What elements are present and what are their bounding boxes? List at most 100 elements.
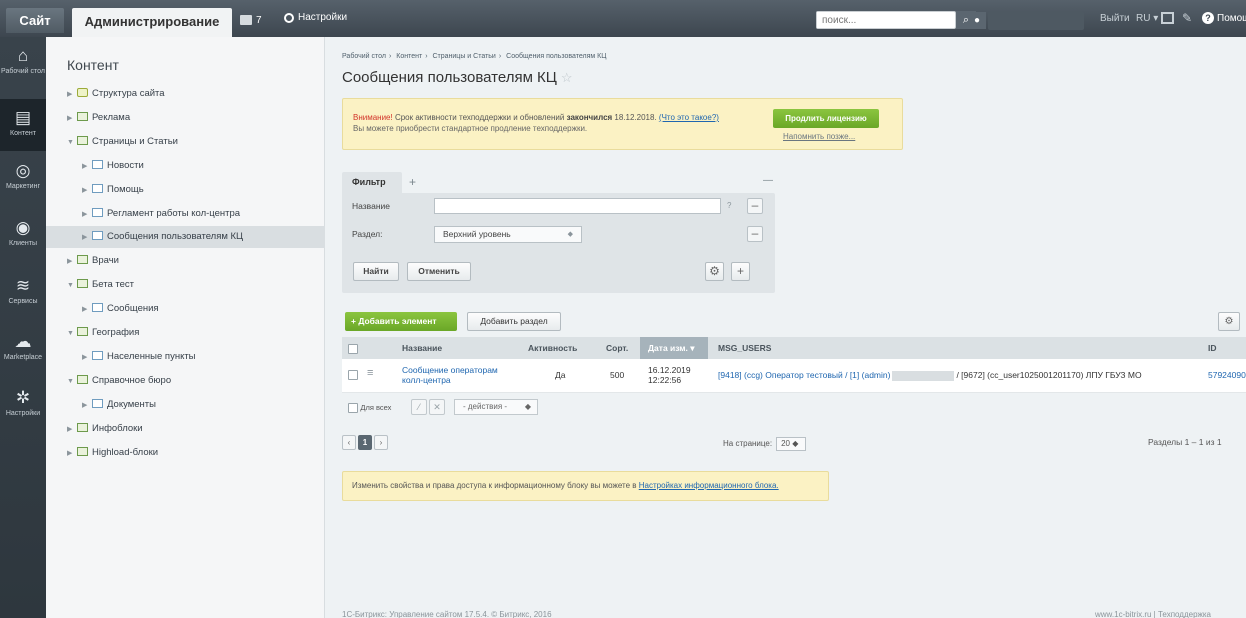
remind-later-link[interactable]: Напомнить позже...: [783, 132, 855, 141]
footer-links[interactable]: www.1c-bitrix.ru | Техподдержка: [1095, 610, 1211, 618]
nav-desktop[interactable]: ⌂ Рабочий стол: [0, 47, 46, 91]
collapsed-arrow-icon[interactable]: ▶: [82, 156, 92, 178]
col-active[interactable]: Активность: [528, 337, 577, 359]
tree-item[interactable]: ▶ Новости: [46, 155, 325, 177]
tab-site[interactable]: Сайт: [6, 8, 64, 33]
row-name[interactable]: Сообщение операторам колл-центра: [402, 365, 498, 385]
add-section-button[interactable]: Добавить раздел: [467, 312, 561, 331]
user-icon[interactable]: ●: [968, 12, 986, 29]
current-page[interactable]: 1: [358, 435, 372, 450]
filter-help-mark[interactable]: ?: [727, 201, 731, 210]
per-page-select[interactable]: 20 ◆: [776, 437, 807, 451]
collapsed-arrow-icon[interactable]: ▶: [82, 347, 92, 369]
tree-item[interactable]: ▶ Врачи: [46, 250, 325, 272]
filter-tab[interactable]: Фильтр: [342, 172, 402, 193]
table-row[interactable]: ≡ Сообщение операторам колл-центра Да 50…: [342, 359, 1246, 393]
expanded-arrow-icon[interactable]: ▼: [67, 323, 77, 345]
lang-selector[interactable]: RU ▾: [1136, 13, 1158, 24]
star-icon[interactable]: ☆: [561, 70, 573, 85]
filter-remove-section-button[interactable]: –: [747, 226, 763, 242]
breadcrumb-item[interactable]: Контент: [396, 53, 422, 60]
collapsed-arrow-icon[interactable]: ▶: [82, 227, 92, 249]
help-label: Помощь: [1217, 12, 1246, 24]
collapsed-arrow-icon[interactable]: ▶: [67, 251, 77, 273]
filter-add-button[interactable]: +: [731, 262, 750, 281]
iblock-type-icon: [77, 446, 88, 456]
filter-minimize-icon[interactable]: —: [763, 175, 773, 186]
edit-icon[interactable]: ⁄: [411, 399, 427, 415]
nav-clients[interactable]: ◉ Клиенты: [0, 219, 46, 263]
row-id[interactable]: 57924090: [1208, 370, 1246, 380]
tree-item[interactable]: ▶ Документы: [46, 394, 325, 416]
tree-item[interactable]: ▶ Структура сайта: [46, 83, 325, 105]
tree-item[interactable]: ▼ География: [46, 322, 325, 344]
select-all-checkbox[interactable]: [348, 337, 358, 359]
breadcrumb-item[interactable]: Страницы и Статьи: [432, 53, 495, 60]
collapsed-arrow-icon[interactable]: ▶: [82, 395, 92, 417]
tree-item[interactable]: ▶ Highload-блоки: [46, 442, 325, 464]
filter-name-input[interactable]: [434, 198, 721, 214]
tab-admin[interactable]: Администрирование: [72, 8, 232, 37]
actions-select[interactable]: - действия - ◆: [454, 399, 538, 415]
collapsed-arrow-icon[interactable]: ▶: [67, 443, 77, 465]
pin-icon[interactable]: ✎: [1182, 11, 1192, 25]
next-page-button[interactable]: ›: [374, 435, 388, 450]
tree-item[interactable]: ▶ Регламент работы кол-центра: [46, 203, 325, 225]
filter-remove-name-button[interactable]: –: [747, 198, 763, 214]
collapsed-arrow-icon[interactable]: ▶: [67, 84, 77, 106]
nav-settings[interactable]: ✲ Настройки: [0, 389, 46, 433]
nav-content[interactable]: ▤ Контент: [0, 99, 46, 151]
nav-marketing[interactable]: ◎ Маркетинг: [0, 162, 46, 206]
msg-users-part1[interactable]: [9418] (ccg) Оператор тестовый / [1] (ad…: [718, 370, 890, 380]
collapsed-arrow-icon[interactable]: ▶: [67, 108, 77, 130]
notifications-button[interactable]: 7: [240, 12, 262, 28]
help-button[interactable]: ? Помощь: [1202, 12, 1246, 24]
col-name[interactable]: Название: [402, 337, 442, 359]
prev-page-button[interactable]: ‹: [342, 435, 356, 450]
tree-item[interactable]: ▶ Населенные пункты: [46, 346, 325, 368]
expanded-arrow-icon[interactable]: ▼: [67, 275, 77, 297]
tree-item[interactable]: ▶ Сообщения: [46, 298, 325, 320]
what-is-it-link[interactable]: (Что это такое?): [659, 113, 719, 122]
per-page: На странице: 20 ◆: [723, 437, 807, 451]
collapsed-arrow-icon[interactable]: ▶: [82, 180, 92, 202]
tree-item[interactable]: ▼ Справочное бюро: [46, 370, 325, 392]
filter-add-icon[interactable]: +: [409, 175, 416, 189]
row-menu-icon[interactable]: ≡: [367, 368, 373, 379]
breadcrumb-item[interactable]: Рабочий стол: [342, 53, 386, 60]
find-button[interactable]: Найти: [353, 262, 399, 281]
cancel-button[interactable]: Отменить: [407, 262, 471, 281]
search-input[interactable]: [817, 12, 927, 28]
tree-item[interactable]: ▶ Помощь: [46, 179, 325, 201]
collapsed-arrow-icon[interactable]: ▶: [82, 204, 92, 226]
window-icon[interactable]: [1161, 12, 1174, 24]
tree-item[interactable]: ▼ Бета тест: [46, 274, 325, 296]
iblock-type-icon: [77, 422, 88, 432]
col-sort[interactable]: Сорт.: [606, 337, 628, 359]
delete-icon[interactable]: ✕: [429, 399, 445, 415]
tree-item[interactable]: ▶ Инфоблоки: [46, 418, 325, 440]
col-id[interactable]: ID: [1208, 337, 1217, 359]
user-name-masked[interactable]: [988, 11, 1084, 30]
collapsed-arrow-icon[interactable]: ▶: [82, 299, 92, 321]
add-element-button[interactable]: + Добавить элемент: [345, 312, 457, 331]
grid-settings-button[interactable]: ⚙: [1218, 312, 1240, 331]
exit-link[interactable]: Выйти: [1100, 13, 1130, 24]
expanded-arrow-icon[interactable]: ▼: [67, 132, 77, 154]
nav-services[interactable]: ≋ Сервисы: [0, 277, 46, 321]
tree-item[interactable]: ▼ Страницы и Статьи: [46, 131, 325, 153]
filter-settings-button[interactable]: ⚙: [705, 262, 724, 281]
tree-item[interactable]: ▶ Реклама: [46, 107, 325, 129]
expanded-arrow-icon[interactable]: ▼: [67, 371, 77, 393]
collapsed-arrow-icon[interactable]: ▶: [67, 419, 77, 441]
extend-license-button[interactable]: Продлить лицензию: [773, 109, 879, 128]
nav-marketplace[interactable]: ☁ Marketplace: [0, 333, 46, 377]
settings-top-button[interactable]: Настройки: [284, 12, 347, 23]
col-msg-users[interactable]: MSG_USERS: [718, 337, 771, 359]
tree-item[interactable]: ▶ Сообщения пользователям КЦ: [46, 226, 325, 249]
col-date[interactable]: Дата изм. ▾: [640, 337, 708, 359]
row-checkbox[interactable]: [348, 369, 358, 380]
filter-section-select[interactable]: Верхний уровень ◆: [434, 226, 582, 243]
iblock-settings-link[interactable]: Настройках информационного блока.: [639, 481, 779, 490]
for-all-checkbox[interactable]: Для всех: [348, 402, 391, 413]
